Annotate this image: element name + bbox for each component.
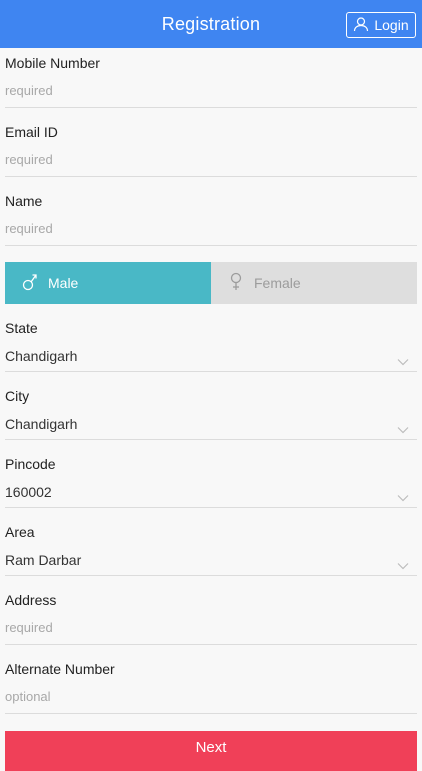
female-label: Female [254, 275, 301, 291]
mobile-number-input[interactable]: required [5, 83, 53, 98]
login-button[interactable]: Login [346, 12, 416, 38]
state-label: State [5, 320, 38, 336]
chevron-down-icon[interactable] [397, 353, 409, 366]
mobile-number-label: Mobile Number [5, 55, 100, 71]
email-input[interactable]: required [5, 152, 53, 167]
alternate-number-label: Alternate Number [5, 661, 115, 677]
city-select[interactable]: Chandigarh [5, 416, 77, 432]
city-field[interactable]: City Chandigarh [5, 388, 417, 440]
alternate-number-input[interactable]: optional [5, 689, 51, 704]
login-label: Login [374, 17, 409, 33]
gender-male-option[interactable]: Male [5, 262, 211, 304]
address-field[interactable]: Address required [5, 592, 417, 645]
city-label: City [5, 388, 30, 404]
user-icon [353, 16, 369, 35]
pincode-field[interactable]: Pincode 160002 [5, 456, 417, 508]
name-field[interactable]: Name required [5, 193, 417, 246]
alternate-number-field[interactable]: Alternate Number optional [5, 661, 417, 714]
page-title: Registration [161, 13, 261, 34]
chevron-down-icon[interactable] [397, 557, 409, 570]
email-field[interactable]: Email ID required [5, 124, 417, 177]
gender-female-option[interactable]: Female [211, 262, 417, 304]
female-symbol-icon [228, 272, 244, 295]
header-bar: Registration Login [0, 0, 422, 48]
area-label: Area [5, 524, 35, 540]
gender-selector: Male Female [5, 262, 417, 304]
mobile-number-field[interactable]: Mobile Number required [5, 55, 417, 108]
pincode-label: Pincode [5, 456, 56, 472]
address-input[interactable]: required [5, 620, 53, 635]
state-field[interactable]: State Chandigarh [5, 320, 417, 372]
next-button[interactable]: Next [5, 731, 417, 771]
chevron-down-icon[interactable] [397, 421, 409, 434]
male-symbol-icon [22, 272, 38, 295]
name-label: Name [5, 193, 43, 209]
name-input[interactable]: required [5, 221, 53, 236]
area-select[interactable]: Ram Darbar [5, 552, 81, 568]
address-label: Address [5, 592, 57, 608]
male-label: Male [48, 275, 79, 291]
pincode-select[interactable]: 160002 [5, 484, 52, 500]
area-field[interactable]: Area Ram Darbar [5, 524, 417, 576]
chevron-down-icon[interactable] [397, 489, 409, 502]
state-select[interactable]: Chandigarh [5, 348, 77, 364]
email-label: Email ID [5, 124, 58, 140]
